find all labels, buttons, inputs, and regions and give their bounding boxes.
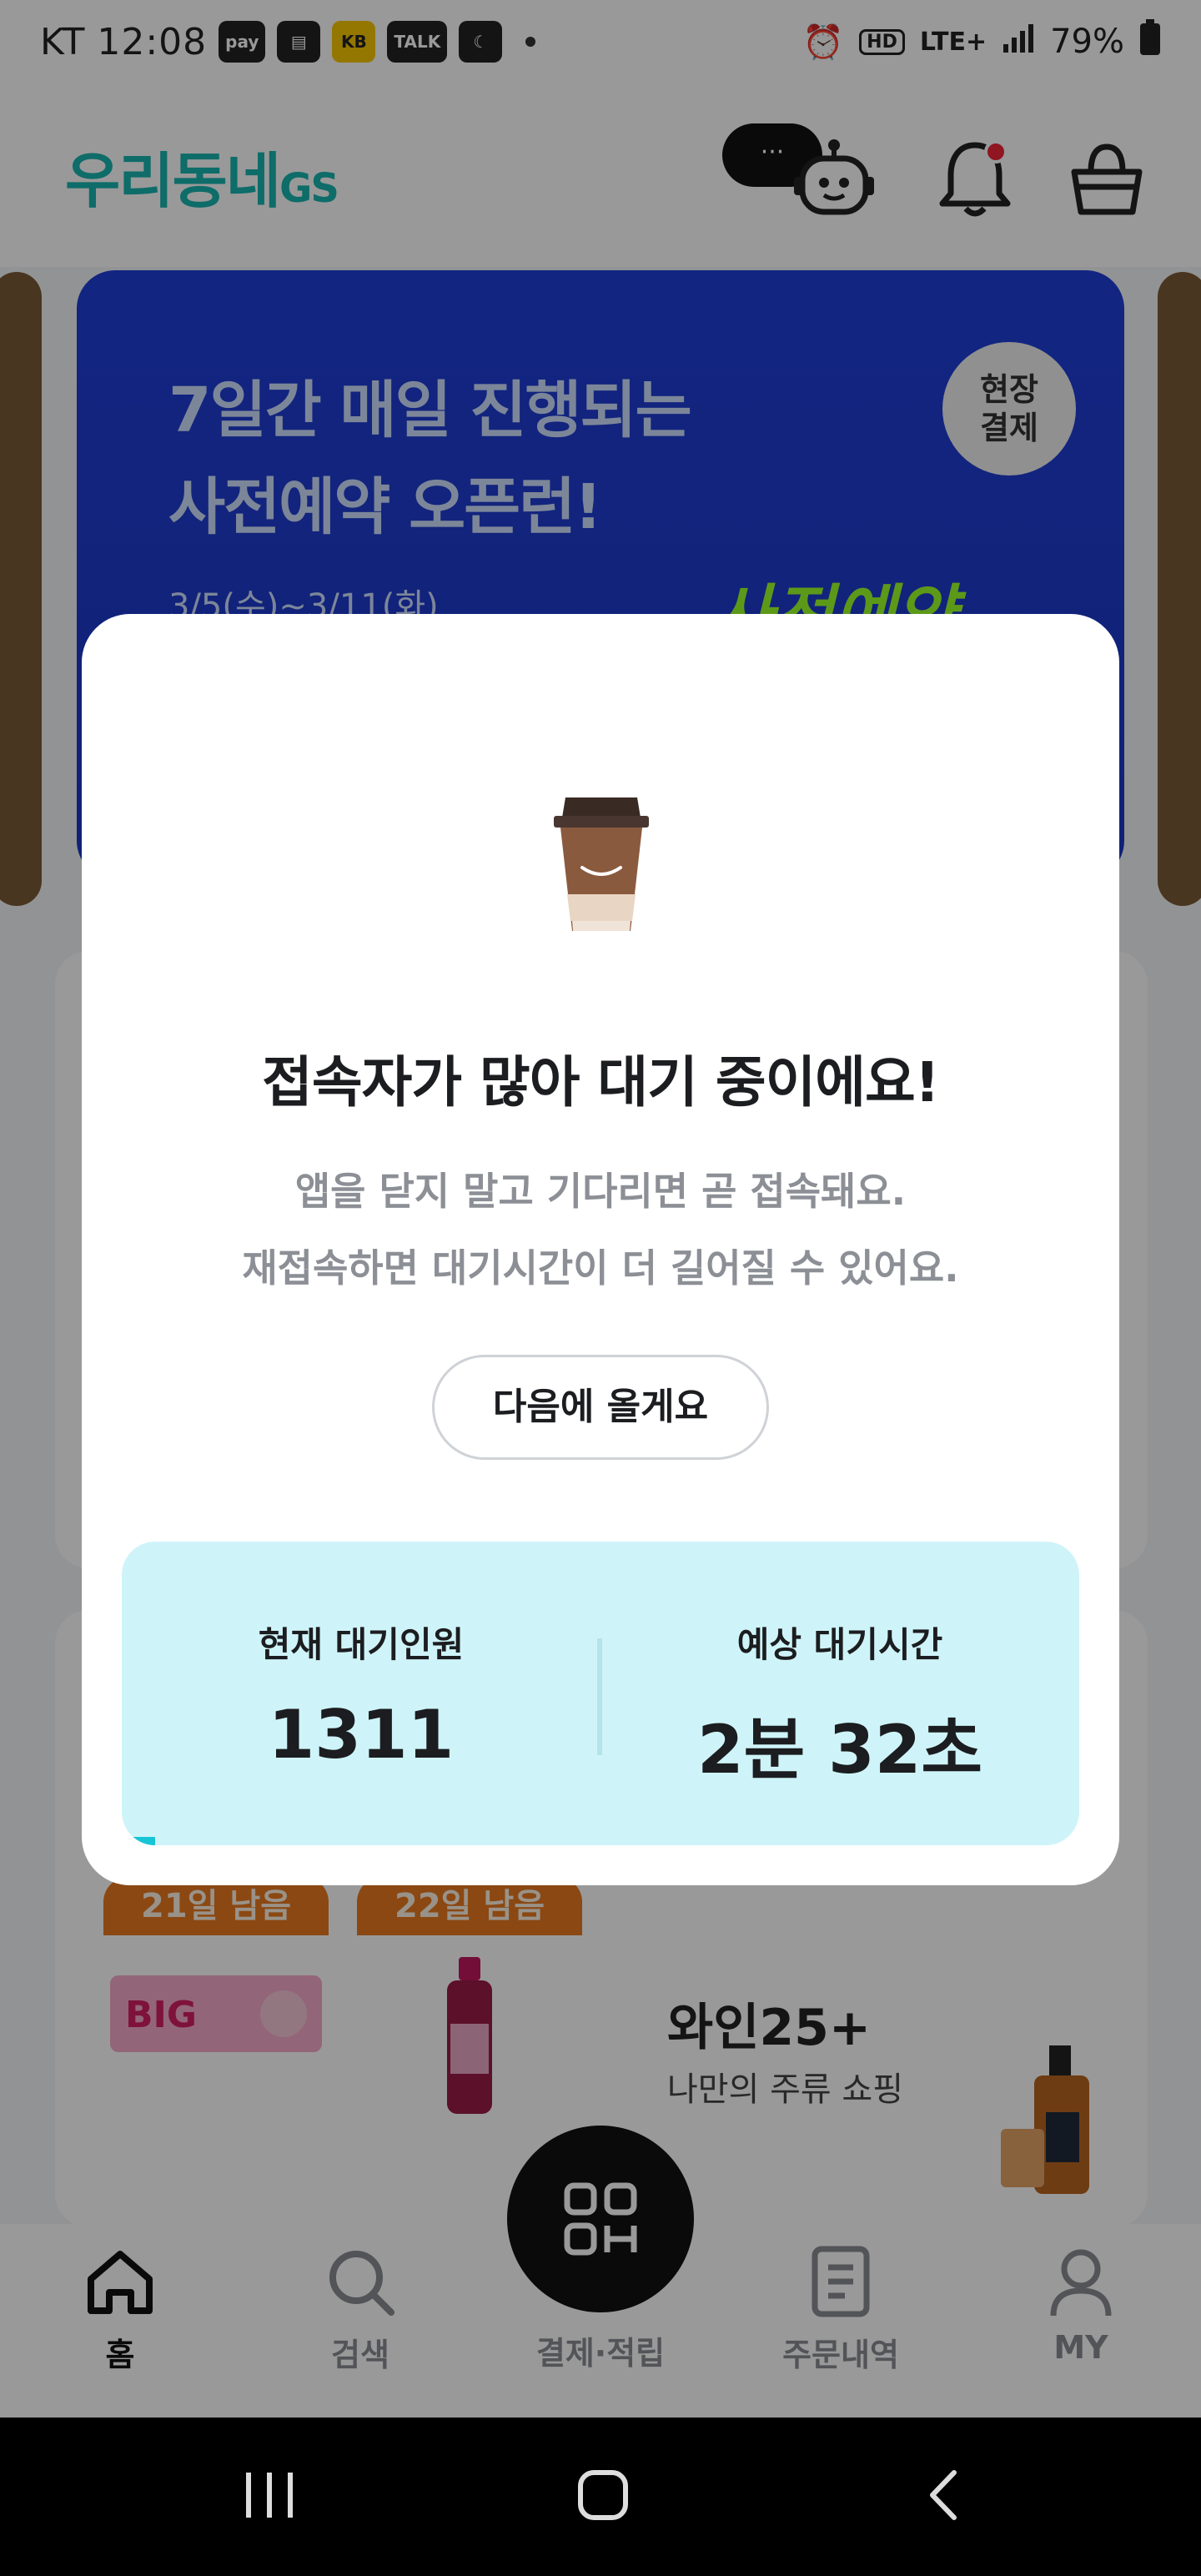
- modal-desc-line1: 앱을 닫지 말고 기다리면 곧 접속돼요.: [294, 1169, 907, 1214]
- modal-description: 앱을 닫지 말고 기다리면 곧 접속돼요. 재접속하면 대기시간이 더 길어질 …: [82, 1153, 1119, 1306]
- queue-count-value: 1311: [268, 1696, 455, 1774]
- modal-desc-line2: 재접속하면 대기시간이 더 길어질 수 있어요.: [242, 1245, 959, 1291]
- home-button-icon[interactable]: [575, 2468, 631, 2523]
- modal-title: 접속자가 많아 대기 중이에요!: [262, 1050, 940, 1114]
- coffee-cup-icon: [554, 797, 649, 931]
- queue-progress-bar: [122, 1837, 1079, 1845]
- waiting-queue-modal: 접속자가 많아 대기 중이에요! 앱을 닫지 말고 기다리면 곧 접속돼요. 재…: [82, 614, 1119, 1885]
- system-nav-bar: [0, 2418, 1201, 2576]
- queue-status-panel: 현재 대기인원 1311 예상 대기시간 2분 32초: [122, 1542, 1079, 1845]
- queue-progress-fill: [122, 1837, 156, 1845]
- recent-apps-icon[interactable]: [242, 2468, 297, 2523]
- queue-count-section: 현재 대기인원 1311: [122, 1542, 600, 1845]
- wait-time-value: 2분 32초: [696, 1711, 983, 1789]
- back-icon[interactable]: [917, 2468, 972, 2523]
- wait-time-section: 예상 대기시간 2분 32초: [600, 1542, 1079, 1845]
- wait-time-label: 예상 대기시간: [736, 1624, 943, 1665]
- queue-count-label: 현재 대기인원: [258, 1624, 465, 1665]
- app-screen: KT 12:08 pay ▤ KB TALK ☾ ⏰ HD LTE+ 79% 우…: [0, 0, 1201, 2576]
- come-back-later-button[interactable]: 다음에 올게요: [432, 1355, 769, 1460]
